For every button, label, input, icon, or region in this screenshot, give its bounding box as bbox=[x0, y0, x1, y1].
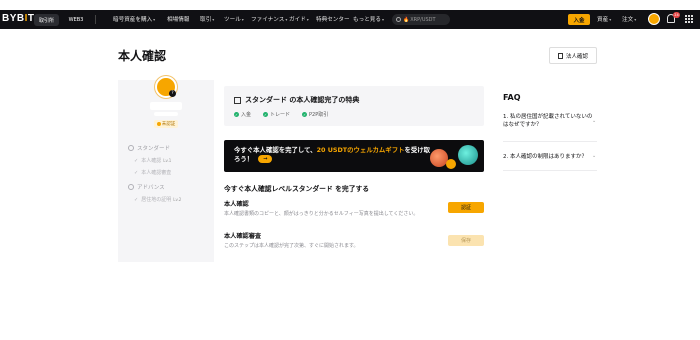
faq-question-1[interactable]: 1. 私の居住国が記載されていないのはなぜですか？ bbox=[503, 113, 597, 129]
nav-item-guide[interactable]: ガイド▾ bbox=[289, 15, 309, 23]
tab-exchange[interactable]: 取引所 bbox=[34, 14, 59, 26]
main-content: スタンダード の本人確認完了の特典 ✓ 入金 ✓ トレード ✓ P2P取引 今すぐ本人… bbox=[218, 80, 495, 262]
complete-verification-title: 今すぐ本人確認レベルスタンダード を完了する bbox=[224, 185, 370, 193]
task-identity-desc: 本人確認書類のコピーと、顔がはっきりと分かるセルフィー写真を提出してください。 bbox=[224, 211, 419, 217]
nav-item-rewards-center[interactable]: 特典センター bbox=[316, 15, 350, 23]
benefits-title: スタンダード の本人確認完了の特典 bbox=[234, 95, 359, 105]
nav-item-tools[interactable]: ツール▾ bbox=[224, 15, 244, 23]
substep-address: ✓ 居住地の証明 Lv.2 bbox=[134, 197, 182, 203]
page-title: 本人確認 bbox=[118, 49, 167, 63]
chevron-down-icon: ▾ bbox=[634, 17, 637, 22]
nav-item-more[interactable]: もっと見る▾ bbox=[353, 15, 384, 23]
username-placeholder bbox=[150, 102, 182, 110]
profile-avatar: ? bbox=[155, 76, 177, 98]
arrow-right-icon[interactable]: → bbox=[258, 155, 273, 163]
promo-text: 今すぐ本人確認を完了して、20 USDTのウェルカムギフトを受け取ろう！ → bbox=[234, 146, 431, 163]
benefit-deposit: ✓ 入金 bbox=[234, 112, 252, 118]
chevron-down-icon: ▾ bbox=[285, 17, 288, 22]
search-icon bbox=[396, 17, 401, 22]
chevron-down-icon[interactable]: ⌄ bbox=[592, 118, 596, 124]
coin-graphic bbox=[446, 159, 456, 169]
check-circle-icon: ✓ bbox=[302, 112, 308, 117]
check-circle-icon: ✓ bbox=[234, 112, 239, 117]
chevron-down-icon: ▾ bbox=[609, 17, 612, 22]
check-icon: ✓ bbox=[134, 170, 139, 176]
benefit-p2p: ✓ P2P取引 bbox=[302, 112, 329, 118]
fire-icon: 🔥 bbox=[403, 16, 410, 23]
uid-placeholder bbox=[154, 112, 178, 116]
nav-item-buy-crypto[interactable]: 暗号資産を購入▾ bbox=[113, 15, 155, 23]
chevron-down-icon: ▾ bbox=[241, 17, 244, 22]
benefits-card: スタンダード の本人確認完了の特典 ✓ 入金 ✓ トレード ✓ P2P取引 bbox=[224, 86, 484, 126]
corporate-verification-button[interactable]: 法人確認 bbox=[549, 47, 597, 64]
task-review-title: 本人確認審査 bbox=[224, 233, 262, 240]
step-circle-icon bbox=[128, 145, 134, 151]
step-advanced: アドバンス bbox=[128, 183, 165, 191]
benefit-trade: ✓ トレード bbox=[263, 112, 291, 118]
review-button: 保存 bbox=[448, 235, 484, 246]
task-review-desc: このステップは本人確認が完了次第、すぐに開始されます。 bbox=[224, 243, 359, 249]
gift-icon bbox=[234, 96, 241, 104]
nav-item-trade[interactable]: 取引▾ bbox=[200, 15, 214, 23]
faq-question-2[interactable]: 2. 本人確認の制限はありますか？ bbox=[503, 153, 597, 161]
question-icon: ? bbox=[169, 90, 176, 97]
check-icon: ✓ bbox=[134, 197, 139, 203]
faq-title: FAQ bbox=[503, 93, 521, 102]
chevron-down-icon: ▾ bbox=[306, 17, 309, 22]
step-circle-icon bbox=[128, 184, 134, 190]
chevron-down-icon: ▾ bbox=[212, 17, 215, 22]
nav-orders[interactable]: 注文▾ bbox=[622, 15, 636, 23]
check-circle-icon: ✓ bbox=[263, 112, 269, 117]
benefits-list: ✓ 入金 ✓ トレード ✓ P2P取引 bbox=[234, 111, 328, 118]
nav-divider bbox=[95, 15, 96, 24]
bybit-logo[interactable]: BYBIT bbox=[2, 13, 35, 24]
substep-identity: ✓ 本人確認 Lv.1 bbox=[134, 158, 172, 164]
user-avatar[interactable] bbox=[648, 13, 660, 25]
step-standard: スタンダード bbox=[128, 144, 170, 152]
substep-review: ✓ 本人確認審査 bbox=[134, 170, 172, 176]
nav-assets[interactable]: 資産▾ bbox=[597, 15, 611, 23]
chevron-down-icon[interactable]: ⌄ bbox=[592, 153, 596, 159]
apps-grid-icon[interactable] bbox=[685, 15, 693, 23]
notification-badge: 24 bbox=[673, 12, 680, 18]
welcome-gift-banner[interactable]: 今すぐ本人確認を完了して、20 USDTのウェルカムギフトを受け取ろう！ → bbox=[224, 140, 484, 172]
faq-divider bbox=[503, 141, 597, 142]
nav-item-markets[interactable]: 相場情報 bbox=[167, 15, 189, 23]
tab-web3[interactable]: WEB3 bbox=[64, 14, 88, 26]
nav-item-finance[interactable]: ファイナンス▾ bbox=[251, 15, 287, 23]
faq-divider bbox=[503, 170, 597, 171]
status-badge: 未認証 bbox=[154, 120, 178, 128]
check-icon: ✓ bbox=[134, 158, 139, 164]
deposit-button[interactable]: 入金 bbox=[568, 14, 590, 25]
building-icon bbox=[557, 52, 563, 59]
verify-button[interactable]: 認証 bbox=[448, 202, 484, 213]
search-input[interactable]: 🔥 XRP/USDT bbox=[392, 14, 450, 25]
task-identity-title: 本人確認 bbox=[224, 201, 249, 208]
chevron-down-icon: ▾ bbox=[153, 17, 156, 22]
chevron-down-icon: ▾ bbox=[381, 17, 384, 22]
tether-coin-graphic bbox=[458, 145, 478, 165]
status-dot-icon bbox=[156, 122, 161, 126]
profile-panel: ? 未認証 スタンダード ✓ 本人確認 Lv.1 ✓ 本人確認審査 アドバンス ✓ 居住… bbox=[118, 76, 214, 262]
top-nav: BYBIT 取引所 WEB3 暗号資産を購入▾ 相場情報 取引▾ ツール▾ ファ… bbox=[0, 10, 700, 29]
